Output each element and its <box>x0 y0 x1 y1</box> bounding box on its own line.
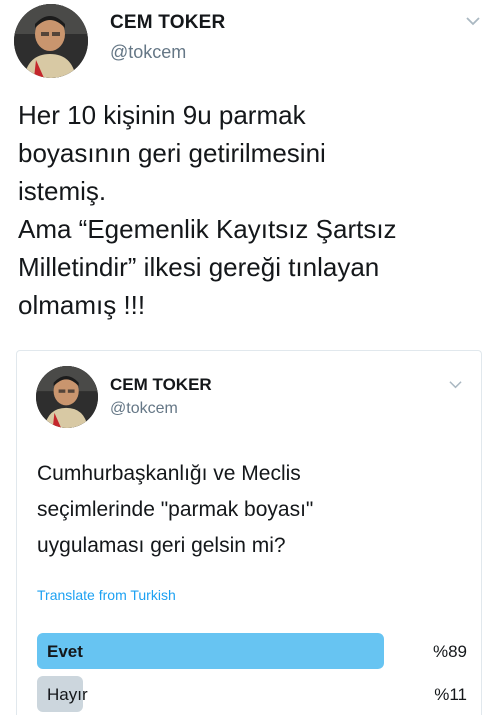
quoted-author-handle[interactable]: @tokcem <box>110 400 178 418</box>
avatar-photo <box>36 366 98 428</box>
quoted-author-avatar[interactable] <box>36 366 98 428</box>
author-avatar[interactable] <box>14 4 88 78</box>
author-handle[interactable]: @tokcem <box>110 42 186 63</box>
translate-link[interactable]: Translate from Turkish <box>37 587 176 603</box>
avatar-photo <box>14 4 88 78</box>
poll-option-evet[interactable]: Evet %89 <box>37 633 467 669</box>
tweet-screenshot: CEM TOKER @tokcem Her 10 kişinin 9u parm… <box>0 0 496 715</box>
quoted-author-name[interactable]: CEM TOKER <box>110 375 212 395</box>
poll-bar <box>37 633 385 669</box>
chevron-down-icon[interactable] <box>449 378 462 391</box>
poll-option-hayir[interactable]: Hayır %11 <box>37 676 467 712</box>
author-name[interactable]: CEM TOKER <box>110 12 225 34</box>
poll-option-label: Hayır <box>47 685 88 704</box>
poll-option-percent: %89 <box>432 642 467 661</box>
poll-option-label: Evet <box>47 642 83 661</box>
quoted-tweet-text: Cumhurbaşkanlığı ve Meclis seçimlerinde … <box>37 462 314 557</box>
tweet-text: Her 10 kişinin 9u parmak boyasının geri … <box>18 100 397 320</box>
poll-option-percent: %11 <box>434 685 467 704</box>
quoted-tweet-card[interactable]: CEM TOKER @tokcem Cumhurbaşkanlığı ve Me… <box>16 350 482 715</box>
chevron-down-icon[interactable] <box>466 14 480 28</box>
